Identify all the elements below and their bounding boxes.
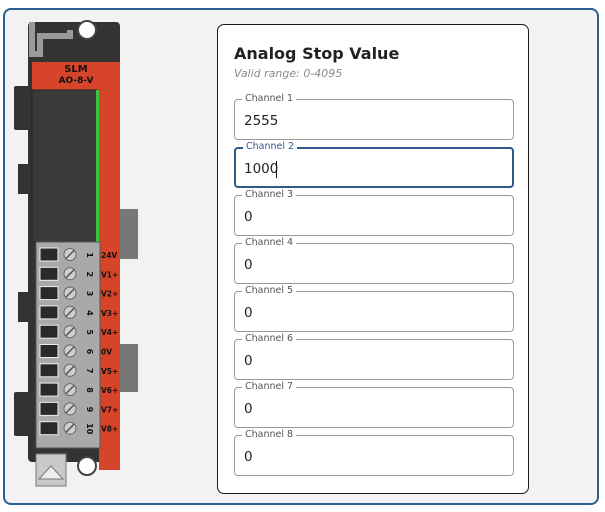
module-image: SLM AO-8-V 1 24V 2 V1+ 3 V2+ 4 V3+ 5 V4+ 6 0V 7 V5+ 8 V… xyxy=(14,20,138,487)
side-tab xyxy=(118,209,138,259)
channel-5-label: Channel 5 xyxy=(242,285,297,297)
terminal-socket-9 xyxy=(39,401,59,416)
channel-7-label: Channel 7 xyxy=(242,381,297,393)
channel-2-input[interactable] xyxy=(244,159,499,179)
terminal-socket-4 xyxy=(39,305,59,320)
channel-1-input[interactable] xyxy=(244,111,499,131)
channel-3-label: Channel 3 xyxy=(242,189,297,201)
channel-1-field[interactable]: Channel 1 xyxy=(234,93,514,140)
panel-subtitle: Valid range: 0-4095 xyxy=(234,67,343,80)
terminal-label: 0V xyxy=(101,348,112,357)
channel-3-input[interactable] xyxy=(244,207,499,227)
terminal-socket-10 xyxy=(39,421,59,436)
terminal-socket-2 xyxy=(39,266,59,281)
terminal-number: 3 xyxy=(85,291,94,297)
channel-8-input[interactable] xyxy=(244,447,499,467)
module-model: AO-8-V xyxy=(59,76,94,86)
terminal-number: 9 xyxy=(85,407,94,413)
terminal-number: 6 xyxy=(85,349,94,355)
channel-2-label: Channel 2 xyxy=(243,141,298,153)
channel-4-label: Channel 4 xyxy=(242,237,297,249)
channel-6-label: Channel 6 xyxy=(242,333,297,345)
text-caret xyxy=(276,161,277,178)
channel-4-field[interactable]: Channel 4 xyxy=(234,237,514,284)
module-brand: SLM xyxy=(64,64,88,75)
terminal-label: V1+ xyxy=(101,270,118,279)
terminal-label: V8+ xyxy=(101,425,118,434)
terminal-label: V6+ xyxy=(101,386,118,395)
terminal-socket-3 xyxy=(39,286,59,301)
terminal-socket-1 xyxy=(39,247,59,262)
terminal-label: 24V xyxy=(101,251,117,260)
channel-2-field[interactable]: Channel 2 xyxy=(234,141,514,188)
terminal-number: 2 xyxy=(85,272,94,278)
channel-7-field[interactable]: Channel 7 xyxy=(234,381,514,428)
terminal-socket-7 xyxy=(39,363,59,378)
channel-5-field[interactable]: Channel 5 xyxy=(234,285,514,332)
channel-5-input[interactable] xyxy=(244,303,499,323)
terminal-number: 10 xyxy=(85,423,94,435)
terminal-number: 1 xyxy=(85,252,94,258)
terminal-number: 4 xyxy=(85,310,94,316)
terminal-number: 8 xyxy=(85,387,94,393)
channel-1-label: Channel 1 xyxy=(242,93,297,105)
terminal-socket-5 xyxy=(39,324,59,339)
terminal-number: 7 xyxy=(85,368,94,374)
channel-4-input[interactable] xyxy=(244,255,499,275)
terminal-socket-8 xyxy=(39,382,59,397)
terminal-socket-6 xyxy=(39,344,59,358)
terminal-number: 5 xyxy=(85,329,94,335)
channel-6-input[interactable] xyxy=(244,351,499,371)
channel-6-field[interactable]: Channel 6 xyxy=(234,333,514,380)
channel-3-field[interactable]: Channel 3 xyxy=(234,189,514,236)
channel-8-field[interactable]: Channel 8 xyxy=(234,429,514,476)
terminal-label: V2+ xyxy=(101,290,118,299)
panel-title: Analog Stop Value xyxy=(234,44,400,63)
terminal-label: V4+ xyxy=(101,328,118,337)
channel-8-label: Channel 8 xyxy=(242,429,297,441)
channel-7-input[interactable] xyxy=(244,399,499,419)
terminal-label: V5+ xyxy=(101,367,118,376)
settings-panel: Analog Stop Value Valid range: 0-4095 Ch… xyxy=(217,24,529,494)
terminal-label: V7+ xyxy=(101,405,118,414)
terminal-label: V3+ xyxy=(101,309,118,318)
